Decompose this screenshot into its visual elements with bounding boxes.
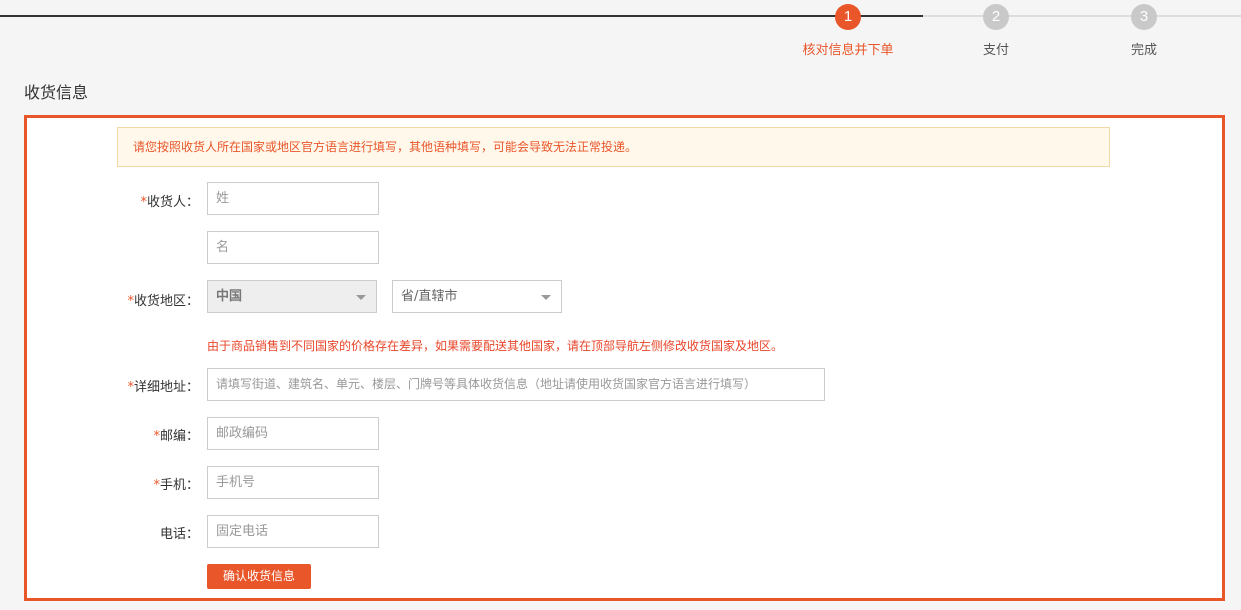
step-2-circle: 2 bbox=[983, 4, 1009, 30]
step-3-circle: 3 bbox=[1131, 4, 1157, 30]
phone-input[interactable]: 固定电话 bbox=[207, 515, 379, 548]
region-label: *收货地区： bbox=[127, 294, 199, 309]
mobile-input[interactable]: 手机号 bbox=[207, 466, 379, 499]
country-select: 中国 bbox=[207, 280, 377, 313]
mobile-label: *手机： bbox=[153, 478, 199, 493]
postcode-input[interactable]: 邮政编码 bbox=[207, 417, 379, 450]
region-hint: 由于商品销售到不同国家的价格存在差异，如果需要配送其他国家，请在顶部导航左侧修改… bbox=[207, 339, 784, 353]
recipient-label: *收货人： bbox=[140, 195, 199, 210]
confirm-shipping-button[interactable]: 确认收货信息 bbox=[207, 564, 311, 589]
country-value: 中国 bbox=[216, 289, 243, 304]
progress-line-pending bbox=[923, 15, 1241, 17]
step-2-label: 支付 bbox=[982, 43, 1010, 58]
province-placeholder: 省/直辖市 bbox=[401, 289, 458, 304]
step-3-label: 完成 bbox=[1130, 43, 1158, 58]
chevron-down-icon bbox=[356, 295, 366, 300]
chevron-down-icon bbox=[541, 295, 551, 300]
province-select[interactable]: 省/直辖市 bbox=[392, 280, 562, 313]
language-notice: 请您按照收货人所在国家或地区官方语言进行填写，其他语种填写，可能会导致无法正常投… bbox=[117, 127, 1110, 167]
phone-label: 电话： bbox=[159, 527, 199, 542]
progress-line-completed bbox=[0, 15, 923, 17]
first-name-input[interactable]: 名 bbox=[207, 231, 379, 264]
address-label: *详细地址： bbox=[127, 380, 199, 395]
section-title: 收货信息 bbox=[24, 83, 89, 102]
shipping-form: 请您按照收货人所在国家或地区官方语言进行填写，其他语种填写，可能会导致无法正常投… bbox=[24, 115, 1225, 601]
step-1-circle: 1 bbox=[835, 4, 861, 30]
address-input[interactable]: 请填写街道、建筑名、单元、楼层、门牌号等具体收货信息（地址请使用收货国家官方语言… bbox=[207, 368, 825, 401]
last-name-input[interactable]: 姓 bbox=[207, 182, 379, 215]
postcode-label: *邮编： bbox=[153, 429, 199, 444]
step-1-label: 核对信息并下单 bbox=[802, 43, 894, 58]
